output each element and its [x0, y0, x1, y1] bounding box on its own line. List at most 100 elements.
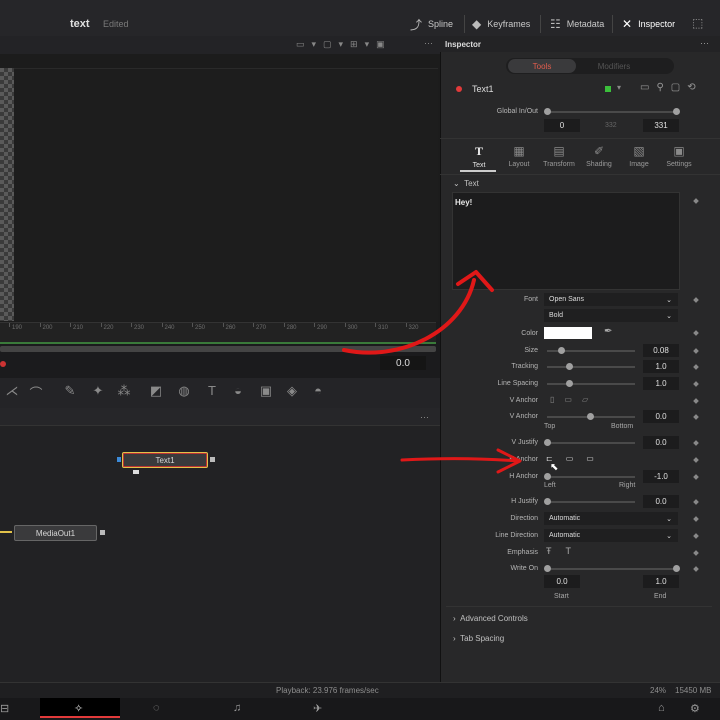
render3d-tool-icon[interactable]: ▣: [256, 383, 276, 401]
linespacing-slider[interactable]: [547, 383, 635, 385]
inspector-button[interactable]: ✕ Inspector: [622, 12, 675, 36]
inspector-more-icon[interactable]: ⋯: [700, 38, 709, 49]
viewer-canvas[interactable]: [14, 68, 438, 321]
merge3d-tool-icon[interactable]: ◍: [174, 383, 194, 401]
node-mediaout[interactable]: MediaOut1: [14, 525, 97, 541]
linespacing-knob[interactable]: [566, 380, 573, 387]
writeon-start-field[interactable]: 0.0: [544, 575, 580, 588]
vjustify-field[interactable]: 0.0: [643, 436, 679, 449]
global-in-knob[interactable]: [544, 108, 551, 115]
writeon-start-knob[interactable]: [544, 565, 551, 572]
global-out-knob[interactable]: [673, 108, 680, 115]
fusion-page-icon[interactable]: ✧: [74, 702, 83, 715]
color-page-icon[interactable]: ◌: [153, 702, 160, 714]
deliver-page-icon[interactable]: ✈: [313, 702, 322, 715]
home-icon[interactable]: ⌂: [658, 702, 665, 714]
tool-version-indicator[interactable]: [605, 86, 611, 92]
text-section-header[interactable]: ⌄ Text: [453, 179, 479, 188]
gear-icon[interactable]: ⚙: [690, 702, 700, 715]
playhead[interactable]: [0, 361, 6, 367]
node-text1[interactable]: Text1: [122, 452, 208, 468]
node-mask-port[interactable]: [133, 470, 139, 474]
direction-dropdown[interactable]: Automatic ⌄: [544, 512, 678, 525]
global-out-field[interactable]: 331: [643, 119, 679, 132]
particles-tool-icon[interactable]: ✦: [88, 383, 108, 401]
timeline-scrubber[interactable]: [0, 346, 436, 352]
shape3d-tool-icon[interactable]: ◩: [146, 383, 166, 401]
chevron-down-icon: ⌄: [666, 515, 672, 523]
light3d-tool-icon[interactable]: ◈: [282, 383, 302, 401]
inspector-label: Inspector: [638, 19, 676, 29]
screen-icon[interactable]: ⬚: [692, 16, 703, 30]
styled-text-input[interactable]: [452, 192, 680, 290]
node-output-port[interactable]: [100, 530, 105, 535]
font-dropdown[interactable]: Open Sans ⌄: [544, 293, 678, 306]
camera3d-tool-icon[interactable]: ◒: [228, 383, 248, 401]
global-inout-slider[interactable]: [547, 111, 677, 113]
edit-page-icon[interactable]: ⊟: [0, 702, 9, 715]
chevron-down-icon: ⌄: [666, 296, 672, 304]
more-icon[interactable]: ⋯: [424, 38, 433, 49]
fairlight-page-icon[interactable]: ♫: [233, 702, 241, 714]
subtab-text[interactable]: T Text: [459, 144, 499, 169]
spline-button[interactable]: ⤴ Spline: [410, 12, 453, 36]
size-knob[interactable]: [558, 347, 565, 354]
size-field[interactable]: 0.08: [643, 344, 679, 357]
node-more-icon[interactable]: ⋯: [420, 412, 429, 423]
inspector-header: [440, 36, 720, 52]
vjustify-knob[interactable]: [544, 439, 551, 446]
metadata-button[interactable]: ☷ Metadata: [550, 12, 604, 36]
font-label: Font: [523, 296, 538, 303]
timeline-ruler[interactable]: 190 200 210 220 230 240 250 260 270 280 290 300 310 3…: [0, 322, 436, 342]
text3d-tool-icon[interactable]: T: [202, 383, 222, 401]
imageplane-tool-icon[interactable]: ◓: [308, 383, 328, 401]
subtab-shading[interactable]: ✐ Shading: [579, 144, 619, 168]
node-input-port[interactable]: [117, 457, 121, 462]
writeon-slider[interactable]: [547, 568, 677, 570]
subtab-transform[interactable]: ▤ Transform: [539, 144, 579, 168]
node-output-port[interactable]: [210, 457, 215, 462]
linedirection-dropdown[interactable]: Automatic ⌄: [544, 529, 678, 542]
font-style-dropdown[interactable]: Bold ⌄: [544, 309, 678, 322]
keyframes-button[interactable]: ◆ Keyframes: [472, 12, 530, 36]
polygon-tool-icon[interactable]: ⋌: [2, 383, 22, 401]
hanchor-field[interactable]: -1.0: [643, 470, 679, 483]
divider: [440, 174, 720, 175]
current-frame-field[interactable]: 0.0: [380, 356, 426, 370]
text-tab-icon: T: [474, 144, 483, 158]
vanchor-buttons[interactable]: ▯▭▱: [550, 395, 598, 404]
hjustify-slider[interactable]: [547, 501, 635, 503]
writeon-end-field[interactable]: 1.0: [643, 575, 679, 588]
linespacing-field[interactable]: 1.0: [643, 377, 679, 390]
tab-tools[interactable]: Tools: [508, 59, 576, 73]
hjustify-field[interactable]: 0.0: [643, 495, 679, 508]
advanced-controls-header[interactable]: › Advanced Controls: [453, 614, 528, 623]
subtab-settings[interactable]: ▣ Settings: [659, 144, 699, 168]
tracking-field[interactable]: 1.0: [643, 360, 679, 373]
paint-tool-icon[interactable]: ✎: [60, 383, 80, 401]
viewer-tool-icons[interactable]: ▭▾▢▾⊞▾▣: [296, 39, 392, 50]
subtab-layout[interactable]: ▦ Layout: [499, 144, 539, 168]
vjustify-slider[interactable]: [547, 442, 635, 444]
hjustify-knob[interactable]: [544, 498, 551, 505]
tab-spacing-header[interactable]: › Tab Spacing: [453, 634, 504, 643]
ruler-tick-mark: [222, 323, 224, 327]
tracking-slider[interactable]: [547, 366, 635, 368]
node-editor[interactable]: [0, 426, 440, 682]
hanchor-knob[interactable]: [544, 473, 551, 480]
vanchor-field[interactable]: 0.0: [643, 410, 679, 423]
tool-header-icons[interactable]: ▭⚲▢⟲: [640, 82, 703, 93]
hanchor-slider[interactable]: [547, 476, 635, 478]
global-in-field[interactable]: 0: [544, 119, 580, 132]
color-swatch[interactable]: [544, 327, 592, 339]
chevron-down-icon[interactable]: ▾: [617, 83, 621, 92]
emphasis-buttons[interactable]: ŦT: [546, 546, 585, 556]
tracking-knob[interactable]: [566, 363, 573, 370]
bspline-tool-icon[interactable]: ⌒: [26, 383, 46, 401]
vanchor-knob[interactable]: [587, 413, 594, 420]
subtab-image[interactable]: ▧ Image: [619, 144, 659, 168]
eyedropper-icon[interactable]: ✒: [604, 326, 612, 337]
emitter-tool-icon[interactable]: ⁂: [114, 383, 134, 401]
writeon-end-knob[interactable]: [673, 565, 680, 572]
tab-modifiers[interactable]: Modifiers: [580, 59, 648, 73]
